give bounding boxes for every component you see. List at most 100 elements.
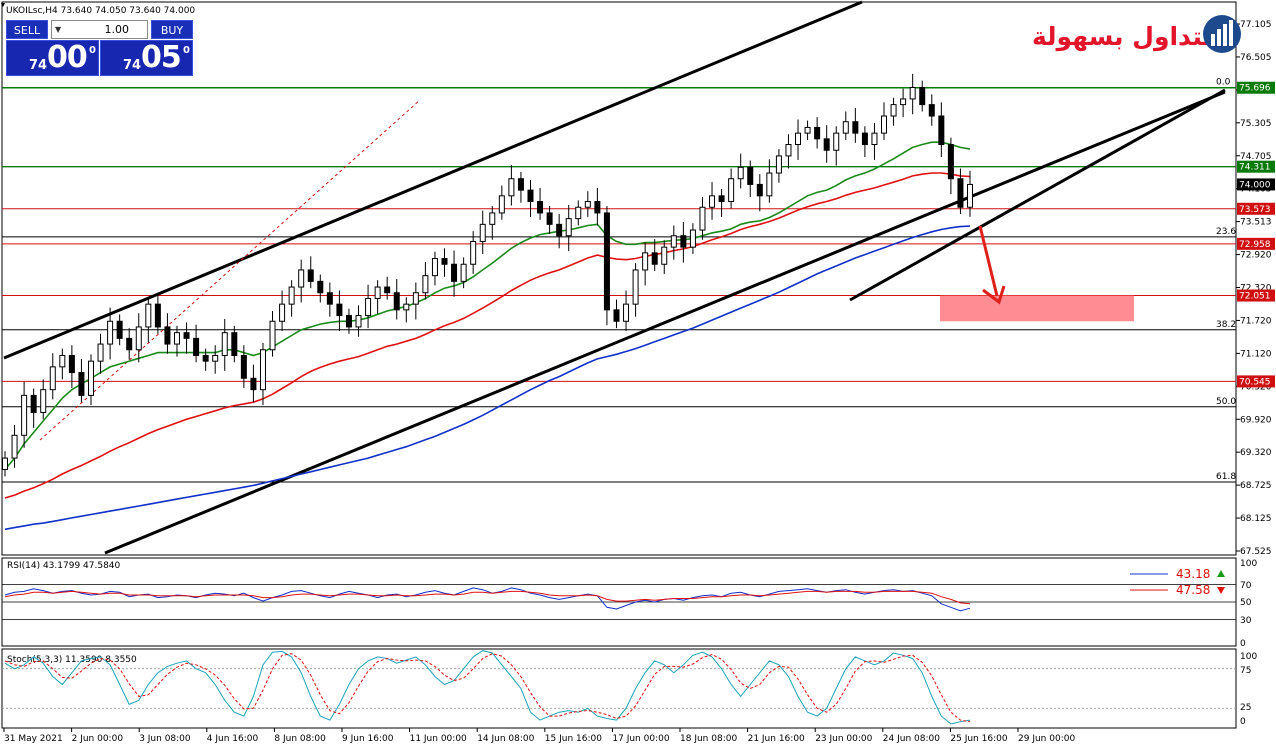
- red-level-price-label: 73.573: [1239, 205, 1271, 215]
- main-y-tick-label: 71.120: [1240, 349, 1272, 359]
- main-y-tick-label: 77.105: [1240, 20, 1272, 30]
- candle-body: [565, 218, 572, 237]
- candle-body: [336, 303, 343, 317]
- candle-body: [202, 354, 209, 362]
- x-tick-label: 15 Jun 16:00: [545, 734, 602, 744]
- x-tick-label: 18 Jun 08:00: [680, 734, 737, 744]
- lot-dropdown-icon[interactable]: ▼: [55, 21, 61, 38]
- candle-body: [689, 229, 696, 248]
- last-price-label: 74.000: [1239, 180, 1271, 190]
- candle-body: [164, 326, 171, 345]
- candle-body: [59, 354, 66, 368]
- candle-body: [317, 280, 324, 294]
- candle-body: [804, 126, 811, 134]
- candle-body: [279, 303, 286, 322]
- candle-body: [116, 320, 123, 339]
- brand-logo: التداول بسهولة: [1032, 14, 1244, 58]
- fib-level-label: 0.0: [1216, 78, 1231, 88]
- main-y-tick-label: 75.305: [1240, 119, 1272, 129]
- candle-body: [699, 206, 706, 231]
- x-tick-label: 14 Jun 08:00: [477, 734, 534, 744]
- fib-level-label: 50.0: [1216, 397, 1236, 407]
- candle-body: [40, 389, 47, 413]
- candle-body: [613, 309, 620, 322]
- one-click-trade-panel: SELL ▼ 1.00 BUY 74 00 0 74 05 0: [6, 20, 193, 76]
- candle-body: [431, 258, 438, 277]
- candle-body: [680, 235, 687, 248]
- stoch-title: Stoch(5,3,3) 11.3590 8.3550: [7, 655, 137, 665]
- candle-body: [145, 303, 152, 328]
- stoch-y-tick-label: 25: [1240, 703, 1251, 713]
- candle-body: [947, 144, 954, 180]
- candle-body: [938, 115, 945, 146]
- candle-body: [556, 223, 563, 237]
- ask-price-big: 05: [141, 40, 182, 75]
- candle-body: [527, 189, 534, 203]
- stoch-y-tick-label: 100: [1240, 652, 1257, 662]
- candle-body: [126, 337, 133, 351]
- main-y-tick-label: 68.125: [1240, 514, 1272, 524]
- candle: [603, 206, 610, 326]
- ask-price-small: 74: [123, 58, 142, 73]
- x-tick-label: 8 Jun 08:00: [274, 734, 326, 744]
- x-tick-label: 24 Jun 08:00: [883, 734, 940, 744]
- x-tick-label: 23 Jun 00:00: [815, 734, 872, 744]
- fib-level-label: 23.6: [1216, 227, 1236, 237]
- x-tick-label: 21 Jun 16:00: [748, 734, 805, 744]
- candle-body: [823, 138, 830, 151]
- stoch-y-tick-label: 0: [1240, 717, 1246, 727]
- candle-body: [537, 201, 544, 214]
- candle-body: [909, 87, 916, 100]
- red-level-price-label: 70.545: [1239, 377, 1271, 387]
- candle-body: [221, 332, 228, 356]
- candle-body: [508, 178, 515, 197]
- candle-body: [479, 223, 486, 242]
- candle-body: [212, 354, 219, 362]
- main-y-tick-label: 71.720: [1240, 316, 1272, 326]
- candle-body: [756, 183, 763, 197]
- x-tick-label: 25 Jun 16:00: [950, 734, 1007, 744]
- candle-body: [11, 434, 18, 459]
- candle-body: [298, 269, 305, 288]
- candle-body: [403, 303, 410, 311]
- x-tick-label: 11 Jun 00:00: [410, 734, 467, 744]
- candle-body: [709, 195, 716, 208]
- candle-body: [422, 275, 429, 294]
- candle-body: [833, 132, 840, 151]
- buy-button[interactable]: BUY: [151, 20, 193, 39]
- ask-price-box[interactable]: 74 05 0: [100, 40, 193, 76]
- main-panel-frame: [1, 1, 1237, 556]
- symbol-title: UKOILsc,H4 73.640 74.050 73.640 74.000: [6, 6, 195, 16]
- candle-body: [21, 394, 28, 436]
- rsi-legend-value: 43.18: [1176, 567, 1210, 581]
- ask-price-sup: 0: [183, 45, 190, 56]
- candle-body: [345, 315, 352, 328]
- candle-body: [135, 326, 142, 351]
- lot-size-input[interactable]: ▼ 1.00: [51, 20, 148, 39]
- candle-body: [871, 132, 878, 146]
- candle-body: [795, 132, 802, 146]
- sell-button[interactable]: SELL: [6, 20, 48, 39]
- red-level-price-label: 72.051: [1239, 292, 1271, 302]
- chart-canvas: UKOILsc,H4 73.640 74.050 73.640 74.000 77…: [1, 0, 1275, 744]
- rsi-title: RSI(14) 43.1799 47.5840: [7, 561, 121, 571]
- candle-body: [928, 104, 935, 117]
- candle-body: [785, 144, 792, 157]
- candle-body: [451, 263, 458, 282]
- green-level-price-label: 75.696: [1239, 84, 1271, 94]
- candle-body: [842, 121, 849, 134]
- candle-body: [575, 206, 582, 220]
- candle-body: [97, 343, 104, 362]
- candle-body: [890, 104, 897, 117]
- candle-body: [775, 155, 782, 174]
- candle-body: [546, 212, 553, 225]
- bid-price-box[interactable]: 74 00 0: [6, 40, 99, 76]
- candle-body: [49, 366, 56, 391]
- rsi-y-tick-label: 0: [1240, 639, 1246, 649]
- candle-body: [107, 320, 114, 345]
- candle-body: [747, 166, 754, 185]
- candle-body: [661, 246, 668, 265]
- candle-body: [594, 201, 601, 214]
- bid-price-big: 00: [47, 40, 88, 75]
- bid-price-sup: 0: [89, 45, 96, 56]
